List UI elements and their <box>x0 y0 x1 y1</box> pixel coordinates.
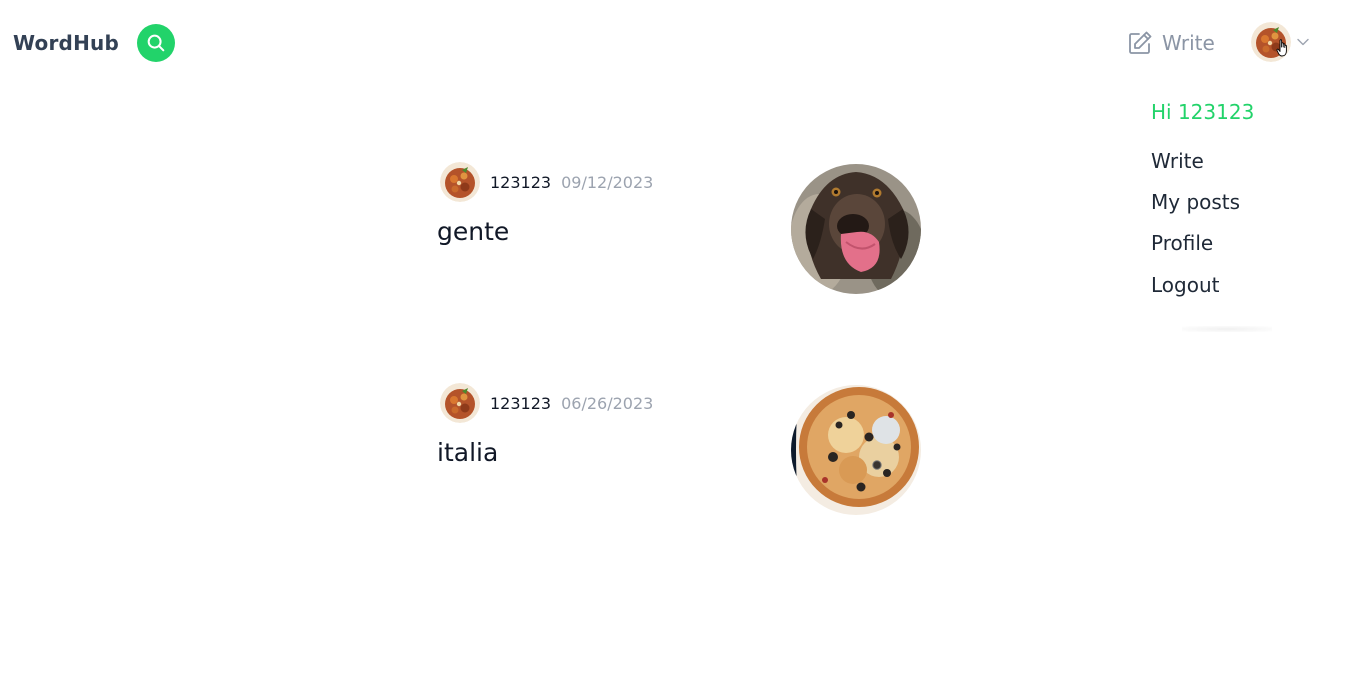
top-navbar: WordHub Write <box>0 0 1364 86</box>
search-icon <box>147 34 165 52</box>
menu-item-profile[interactable]: Profile <box>1151 231 1213 255</box>
chevron-down-icon <box>1297 38 1309 46</box>
post-author[interactable]: 123123 <box>490 173 551 192</box>
menu-item-my-posts[interactable]: My posts <box>1151 190 1240 214</box>
menu-item-write[interactable]: Write <box>1151 149 1204 173</box>
pizza-photo <box>791 385 921 515</box>
post-date: 09/12/2023 <box>561 172 654 192</box>
post-meta: 123123 06/26/2023 <box>440 383 653 423</box>
user-menu-trigger[interactable] <box>1251 22 1309 62</box>
write-link-label: Write <box>1162 31 1215 55</box>
search-button[interactable] <box>137 24 175 62</box>
site-logo[interactable]: WordHub <box>13 31 119 55</box>
author-avatar <box>440 383 480 423</box>
post-date: 06/26/2023 <box>561 393 654 413</box>
cursor-hand-icon <box>1276 39 1287 57</box>
post-thumbnail-pizza[interactable] <box>791 385 921 515</box>
post-author[interactable]: 123123 <box>490 394 551 413</box>
dog-photo <box>791 164 921 294</box>
menu-item-logout[interactable]: Logout <box>1151 273 1219 297</box>
dropdown-shadow <box>1182 326 1272 332</box>
post-title[interactable]: italia <box>437 438 498 467</box>
edit-icon <box>1129 31 1152 54</box>
post-title[interactable]: gente <box>437 217 509 246</box>
write-link[interactable]: Write <box>1126 28 1215 58</box>
post-card[interactable]: 123123 09/12/2023 gente <box>437 162 922 294</box>
user-dropdown-menu: Hi 123123 Write My posts Profile Logout <box>1130 88 1290 332</box>
author-avatar <box>440 162 480 202</box>
greeting-text: Hi 123123 <box>1151 100 1255 124</box>
post-thumbnail-dog[interactable] <box>791 164 921 294</box>
post-meta: 123123 09/12/2023 <box>440 162 653 202</box>
post-card[interactable]: 123123 06/26/2023 italia <box>437 383 922 515</box>
